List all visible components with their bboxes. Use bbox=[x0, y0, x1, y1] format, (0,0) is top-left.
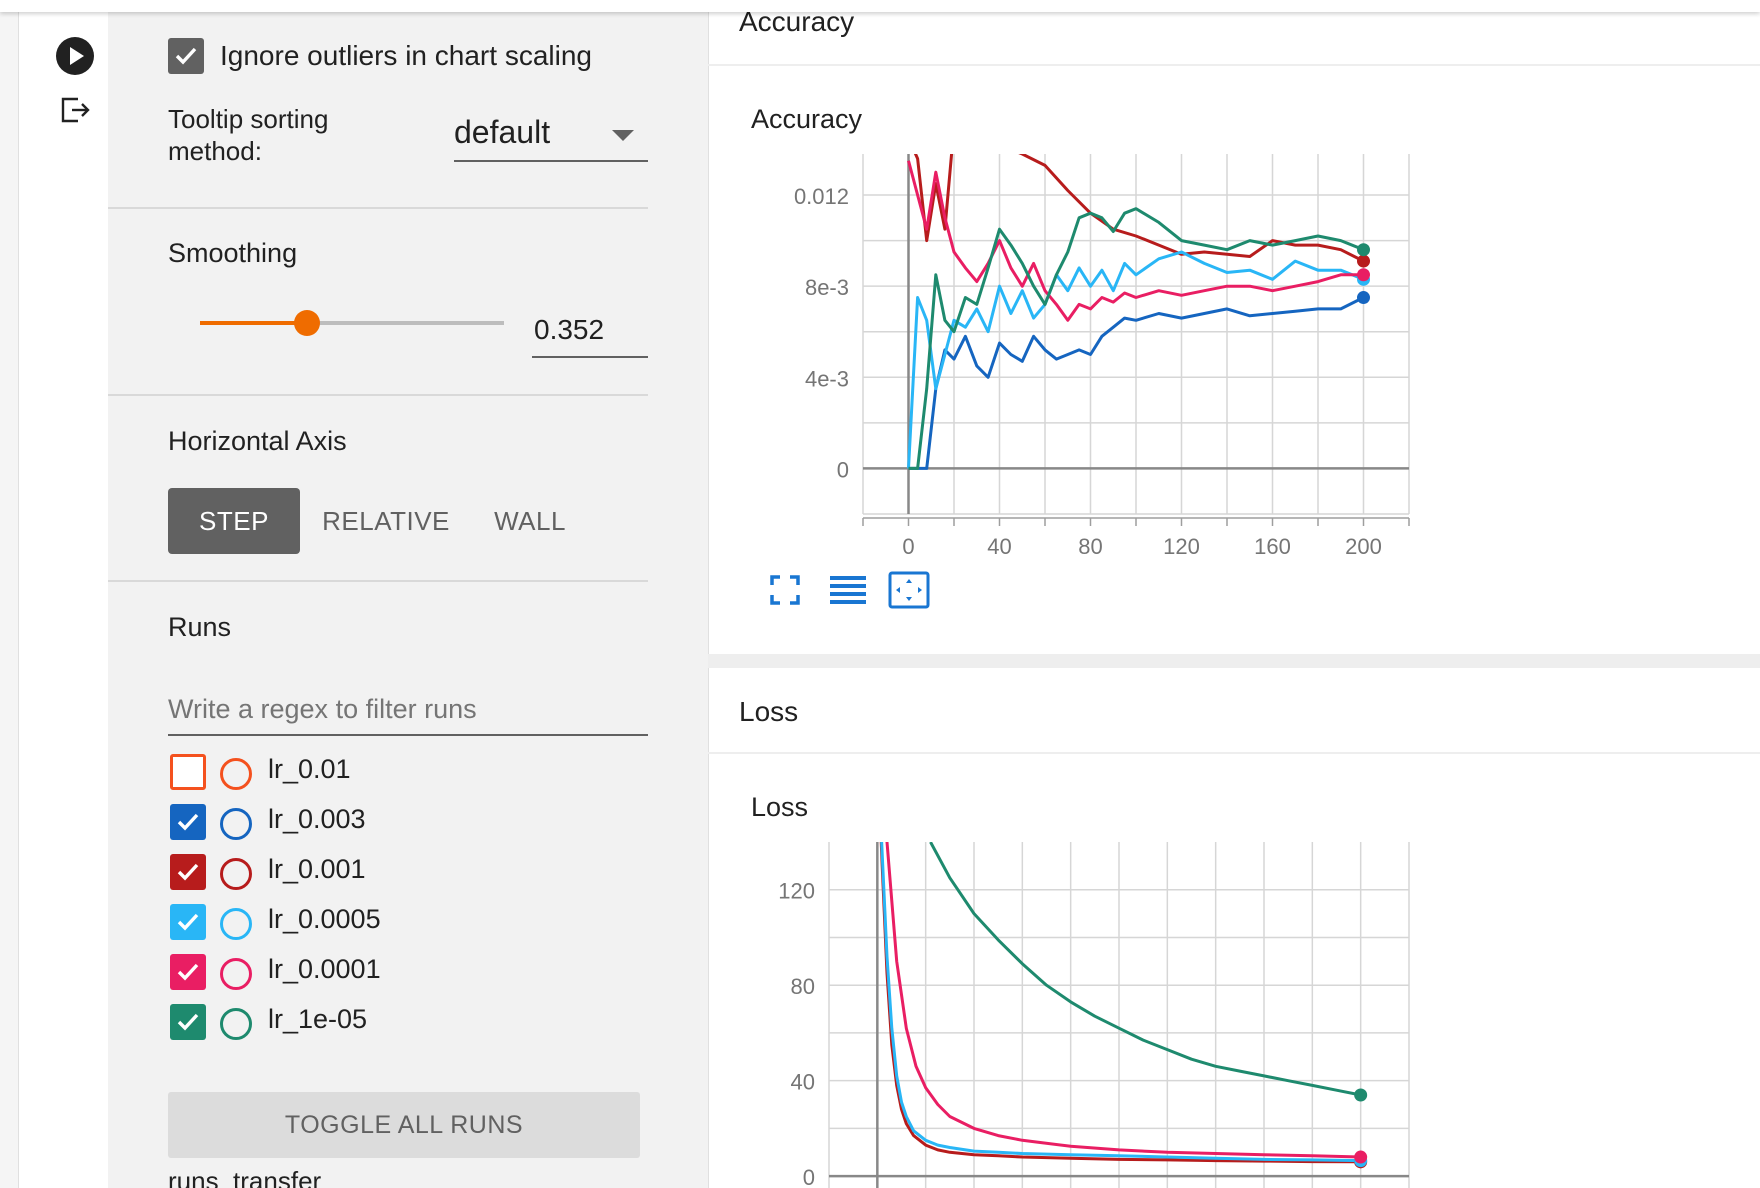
smoothing-slider-fill bbox=[200, 321, 307, 325]
run-row[interactable]: lr_0.0001 bbox=[168, 948, 648, 996]
accuracy-category-header[interactable]: Accuracy bbox=[708, 6, 1760, 64]
run-color-radio[interactable] bbox=[220, 908, 252, 940]
y-tick-label: 40 bbox=[791, 1070, 815, 1095]
series-end-point bbox=[1354, 1150, 1368, 1164]
run-row[interactable]: lr_0.0005 bbox=[168, 898, 648, 946]
run-checkbox[interactable] bbox=[170, 854, 206, 890]
app-root: Ignore outliers in chart scaling Tooltip… bbox=[0, 0, 1760, 1188]
loss-category-title: Loss bbox=[739, 696, 799, 727]
run-row[interactable]: lr_0.001 bbox=[168, 848, 648, 896]
run-checkbox[interactable] bbox=[170, 1004, 206, 1040]
run-color-radio[interactable] bbox=[220, 808, 252, 840]
axis-step-button[interactable]: STEP bbox=[168, 488, 300, 554]
runs-footer-label: runs_transfer bbox=[168, 1166, 322, 1188]
x-tick-label: 40 bbox=[987, 534, 1011, 559]
series-end-point bbox=[1354, 1088, 1368, 1102]
axis-relative-button[interactable]: RELATIVE bbox=[316, 488, 456, 554]
series-end-point bbox=[1357, 291, 1370, 305]
run-row[interactable]: lr_0.003 bbox=[168, 798, 648, 846]
run-label: lr_0.01 bbox=[268, 754, 351, 784]
run-row[interactable]: lr_1e-05 bbox=[168, 998, 648, 1046]
ignore-outliers-checkbox[interactable] bbox=[168, 38, 204, 74]
logout-icon[interactable] bbox=[53, 88, 97, 132]
series-end-point bbox=[1357, 254, 1370, 268]
run-color-radio[interactable] bbox=[220, 1008, 252, 1040]
run-row[interactable]: lr_0.01 bbox=[168, 748, 648, 796]
smoothing-slider-thumb[interactable] bbox=[294, 310, 320, 336]
tooltip-sort-label-line1: Tooltip sorting bbox=[168, 104, 329, 134]
run-color-radio[interactable] bbox=[220, 958, 252, 990]
accuracy-chart[interactable]: 0 4e-3 8e-3 0.012 0 40 80 120 160 200 bbox=[709, 66, 1760, 654]
y-tick-label: 80 bbox=[791, 974, 815, 999]
x-tick-label: 200 bbox=[1345, 534, 1382, 559]
smoothing-label: Smoothing bbox=[168, 238, 298, 268]
runs-label: Runs bbox=[168, 612, 232, 642]
divider bbox=[108, 394, 648, 396]
run-label: lr_0.0005 bbox=[268, 904, 381, 934]
run-color-radio[interactable] bbox=[220, 858, 252, 890]
divider bbox=[108, 580, 648, 582]
tooltip-sort-select[interactable]: default bbox=[454, 112, 648, 162]
series-end-point bbox=[1357, 243, 1370, 257]
accuracy-chart-card: Accuracy 0 4e-3 8e-3 0.012 0 40 80 120 160 200 bbox=[708, 66, 1760, 654]
run-label: lr_1e-05 bbox=[268, 1004, 368, 1034]
run-label: lr_0.003 bbox=[268, 804, 366, 834]
data-table-icon[interactable] bbox=[825, 568, 869, 612]
left-rail bbox=[18, 12, 108, 1188]
divider bbox=[108, 207, 648, 209]
series-line bbox=[929, 842, 1361, 1097]
toggle-all-runs-button[interactable]: TOGGLE ALL RUNS bbox=[168, 1092, 640, 1158]
fit-domain-icon[interactable] bbox=[887, 568, 931, 612]
run-checkbox[interactable] bbox=[170, 954, 206, 990]
x-tick-label: 120 bbox=[1163, 534, 1200, 559]
run-label: lr_0.001 bbox=[268, 854, 366, 884]
x-tick-label: 160 bbox=[1254, 534, 1291, 559]
main-panel: Accuracy Accuracy 0 4e-3 8e-3 0.012 0 40 80 120… bbox=[708, 6, 1760, 1188]
y-tick-label: 0 bbox=[837, 457, 849, 482]
run-label: lr_0.0001 bbox=[268, 954, 381, 984]
top-toolbar-edge bbox=[0, 0, 1760, 12]
fullscreen-icon[interactable] bbox=[763, 568, 807, 612]
loss-category-header[interactable]: Loss bbox=[708, 668, 1760, 752]
run-checkbox[interactable] bbox=[170, 754, 206, 790]
tooltip-sort-value: default bbox=[454, 114, 551, 150]
series-end-point bbox=[1357, 268, 1370, 282]
y-tick-label: 120 bbox=[778, 879, 815, 904]
x-tick-label: 80 bbox=[1078, 534, 1102, 559]
y-tick-label: 0 bbox=[803, 1165, 815, 1188]
run-color-radio[interactable] bbox=[220, 758, 252, 790]
loss-chart[interactable]: 0 40 80 120 bbox=[709, 754, 1760, 1188]
x-tick-label: 0 bbox=[902, 534, 914, 559]
play-icon[interactable] bbox=[53, 34, 97, 78]
ignore-outliers-label: Ignore outliers in chart scaling bbox=[220, 40, 592, 71]
axis-wall-button[interactable]: WALL bbox=[470, 488, 590, 554]
dropdown-arrow-icon bbox=[612, 130, 634, 141]
loss-chart-card: Loss 0 40 80 120 bbox=[708, 754, 1760, 1188]
run-checkbox[interactable] bbox=[170, 904, 206, 940]
y-tick-label: 8e-3 bbox=[805, 275, 849, 300]
y-tick-label: 0.012 bbox=[794, 184, 849, 209]
horizontal-axis-label: Horizontal Axis bbox=[168, 426, 347, 456]
settings-sidebar: Ignore outliers in chart scaling Tooltip… bbox=[108, 12, 708, 1188]
smoothing-value-input[interactable]: 0.352 bbox=[532, 302, 648, 358]
run-checkbox[interactable] bbox=[170, 804, 206, 840]
y-tick-label: 4e-3 bbox=[805, 366, 849, 391]
runs-filter-input[interactable]: Write a regex to filter runs bbox=[168, 684, 648, 736]
tooltip-sort-label-line2: method: bbox=[168, 136, 262, 166]
